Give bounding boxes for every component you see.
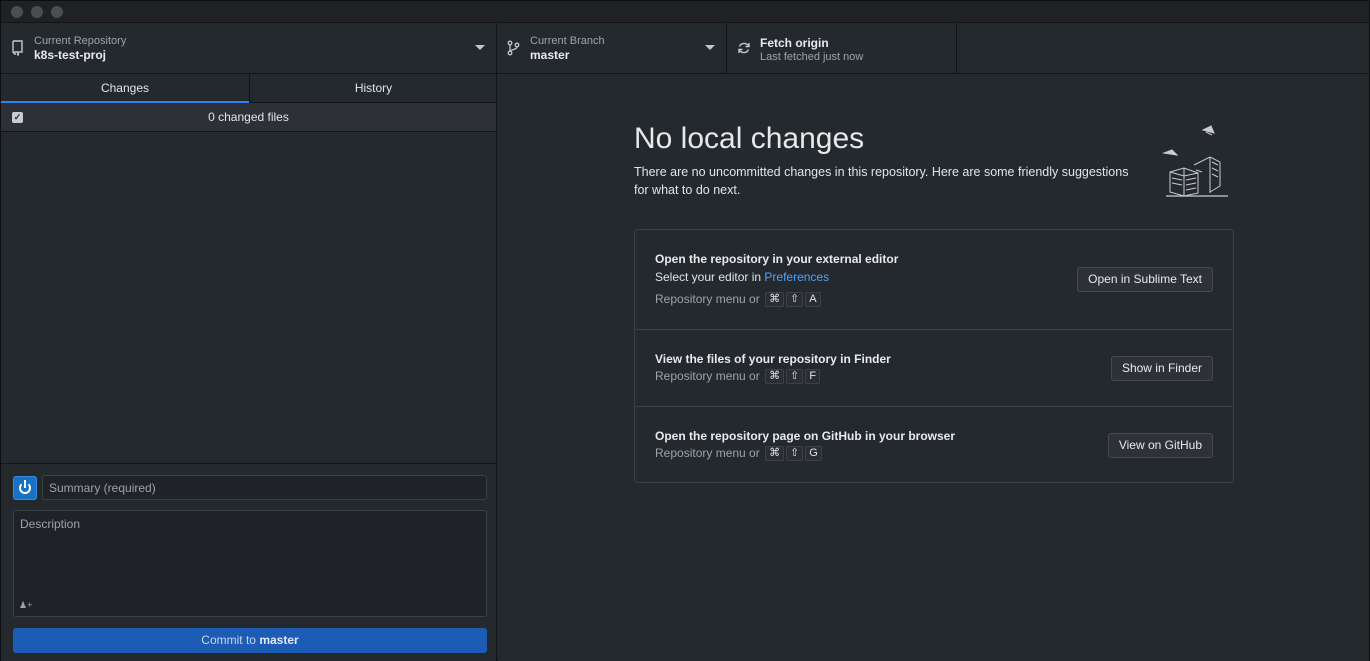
shortcut-key: F — [805, 369, 821, 385]
current-repository-dropdown[interactable]: Current Repository k8s-test-proj — [1, 23, 497, 73]
page-title: No local changes — [634, 122, 865, 155]
main-panel: No local changes There are no uncommitte… — [498, 74, 1369, 661]
command-key-icon: ⌘ — [765, 446, 785, 462]
suggestion-title: Open the repository page on GitHub in yo… — [655, 429, 956, 443]
last-fetched-label: Last fetched just now — [760, 51, 864, 63]
zoom-window-button[interactable] — [51, 6, 63, 18]
suggestion-detail: Select your editor in Preferences — [655, 270, 830, 284]
current-repository-name: k8s-test-proj — [34, 48, 107, 62]
branch-icon — [507, 40, 520, 56]
commit-button-branch: master — [259, 633, 299, 647]
suggestion-open-editor: Open the repository in your external edi… — [635, 230, 1233, 330]
empty-state-illustration — [1162, 125, 1228, 197]
suggestions-list: Open the repository in your external edi… — [634, 229, 1234, 483]
add-coauthor-icon[interactable]: ♟+ — [19, 600, 32, 611]
fetch-origin-button[interactable]: Fetch origin Last fetched just now — [727, 23, 957, 73]
app-window: Current Repository k8s-test-proj Current… — [0, 0, 1370, 661]
commit-button-label: Commit to — [201, 633, 256, 647]
commit-message-area: ♟+ Commit to master — [1, 463, 496, 661]
view-on-github-button[interactable]: View on GitHub — [1107, 433, 1213, 458]
page-description: There are no uncommitted changes in this… — [634, 165, 1129, 197]
shortcut-key: G — [805, 446, 822, 462]
shift-key-icon: ⇧ — [786, 446, 804, 462]
suggestion-view-on-github: Open the repository page on GitHub in yo… — [635, 407, 1233, 483]
sidebar-tabs: Changes History — [1, 74, 497, 104]
sync-icon — [738, 42, 750, 54]
commit-summary-input[interactable] — [42, 475, 487, 500]
toolbar: Current Repository k8s-test-proj Current… — [1, 23, 1369, 74]
current-branch-label: Current Branch — [530, 35, 605, 47]
chevron-down-icon — [705, 45, 715, 50]
suggestion-title: View the files of your repository in Fin… — [655, 352, 891, 366]
keyboard-shortcut: Repository menu or ⌘ ⇧ F — [655, 369, 821, 385]
chevron-down-icon — [475, 45, 485, 50]
tab-changes[interactable]: Changes — [1, 74, 249, 104]
current-branch-name: master — [530, 48, 570, 62]
changed-files-count: 0 changed files — [208, 110, 289, 124]
suggestion-show-in-finder: View the files of your repository in Fin… — [635, 330, 1233, 407]
show-in-finder-button[interactable]: Show in Finder — [1110, 356, 1213, 381]
tab-history[interactable]: History — [249, 74, 497, 103]
shift-key-icon: ⇧ — [786, 292, 804, 308]
preferences-link[interactable]: Preferences — [764, 270, 829, 284]
current-branch-dropdown[interactable]: Current Branch master — [497, 23, 727, 73]
commit-description-input[interactable] — [13, 510, 487, 617]
command-key-icon: ⌘ — [765, 292, 785, 308]
changes-list-header: 0 changed files ✓ — [1, 103, 496, 132]
command-key-icon: ⌘ — [765, 369, 785, 385]
title-bar — [1, 1, 1369, 23]
minimize-window-button[interactable] — [31, 6, 43, 18]
shortcut-key: A — [805, 292, 821, 308]
select-all-checkbox[interactable]: ✓ — [12, 112, 23, 123]
fetch-origin-label: Fetch origin — [760, 36, 829, 50]
commit-button[interactable]: Commit to master — [13, 628, 487, 653]
suggestion-title: Open the repository in your external edi… — [655, 252, 899, 266]
avatar — [13, 476, 37, 500]
current-repository-label: Current Repository — [34, 35, 127, 47]
repo-icon — [12, 40, 23, 56]
changes-sidebar: Changes History 0 changed files ✓ ♟+ Com… — [1, 74, 497, 661]
close-window-button[interactable] — [11, 6, 23, 18]
shift-key-icon: ⇧ — [786, 369, 804, 385]
keyboard-shortcut: Repository menu or ⌘ ⇧ A — [655, 292, 821, 308]
keyboard-shortcut: Repository menu or ⌘ ⇧ G — [655, 446, 822, 462]
open-in-editor-button[interactable]: Open in Sublime Text — [1077, 267, 1213, 292]
